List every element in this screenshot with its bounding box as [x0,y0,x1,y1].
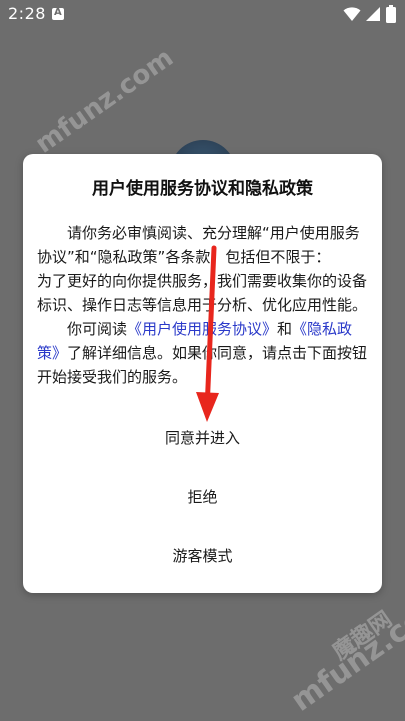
intro-paragraph: 请你务必审慎阅读、充分理解“用户使用服务协议”和“隐私政策”各条款，包括但不限于… [37,224,360,266]
read-and: 和 [277,320,293,338]
read-prefix: 你可阅读 [67,320,128,338]
status-bar: 2:28 [0,0,405,30]
dialog-title: 用户使用服务协议和隐私政策 [92,179,313,199]
signal-icon [366,7,380,21]
notification-a-icon [52,7,64,20]
battery-icon [386,5,396,23]
wifi-icon [343,7,361,21]
dialog-body: 请你务必审慎阅读、充分理解“用户使用服务协议”和“隐私政策”各条款，包括但不限于… [37,221,371,389]
data-collection-paragraph: 为了更好的向你提供服务，我们需要收集你的设备标识、操作日志等信息用于分析、优化应… [37,272,368,314]
read-paragraph: 你可阅读《用户使用服务协议》和《隐私政策》了解详细信息。如果你同意，请点击下面按… [37,317,371,389]
watermark: mfunz.com [30,42,179,160]
read-suffix: 了解详细信息。如果你同意，请点击下面按钮开始接受我们的服务。 [37,344,368,386]
status-time: 2:28 [8,4,46,23]
service-agreement-link[interactable]: 《用户使用服务协议》 [127,320,277,338]
privacy-dialog: 用户使用服务协议和隐私政策 请你务必审慎阅读、充分理解“用户使用服务协议”和“隐… [23,154,382,593]
refuse-button[interactable]: 拒绝 [23,477,382,517]
guest-mode-button[interactable]: 游客模式 [23,536,382,576]
agree-button[interactable]: 同意并进入 [23,418,382,458]
